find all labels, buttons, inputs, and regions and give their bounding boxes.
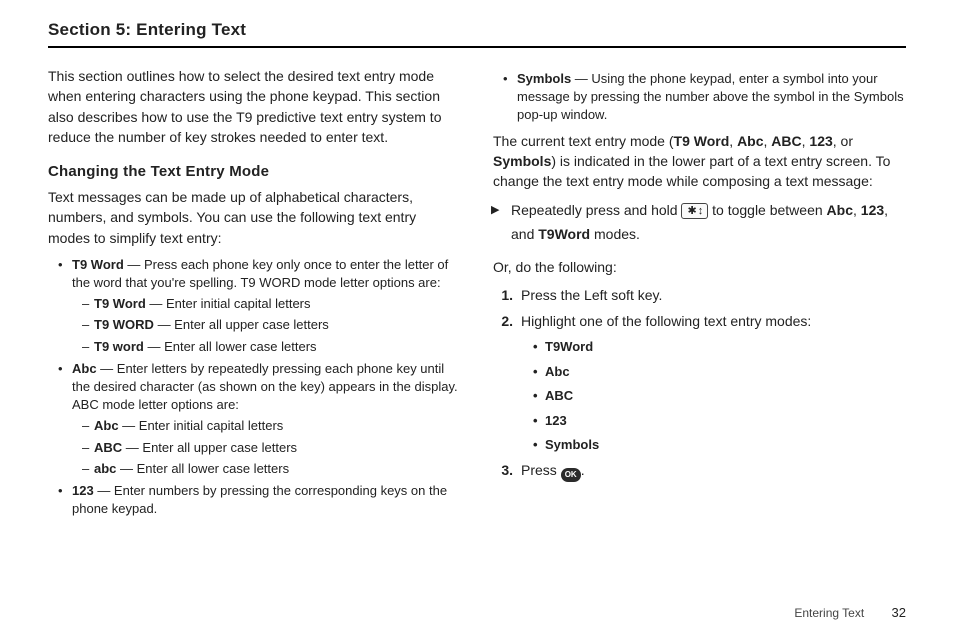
mode-symbols: Symbols — Using the phone keypad, enter … (507, 70, 906, 125)
cm-m1: T9 Word (674, 133, 730, 149)
t9-option-upper: T9 WORD — Enter all upper case letters (84, 316, 461, 334)
steps-list: 1.Press the Left soft key. 2.Highlight o… (493, 285, 906, 482)
opt-symbols: Symbols (537, 435, 906, 455)
mode-abc: Abc — Enter letters by repeatedly pressi… (62, 360, 461, 478)
step-2-options: T9Word Abc ABC 123 Symbols (521, 337, 906, 455)
content-columns: This section outlines how to select the … (48, 66, 906, 524)
cm-c1: , (729, 133, 737, 149)
cm-p2: ) is indicated in the lower part of a te… (493, 153, 890, 189)
opt-abc: Abc (537, 362, 906, 382)
mode-123-desc: — Enter numbers by pressing the correspo… (72, 483, 447, 516)
footer-label: Entering Text (794, 606, 864, 620)
modes-list: T9 Word — Press each phone key only once… (48, 256, 461, 518)
abc-opt-c-desc: — Enter all lower case letters (116, 461, 289, 476)
right-column: Symbols — Using the phone keypad, enter … (493, 66, 906, 524)
mode-123-label: 123 (72, 483, 94, 498)
arrow-p2: to toggle between (708, 202, 826, 218)
arrow-b1: Abc (827, 202, 853, 218)
mode-abc-label: Abc (72, 361, 97, 376)
page-number: 32 (892, 605, 906, 620)
cm-m3: ABC (771, 133, 801, 149)
abc-opt-b-label: ABC (94, 440, 122, 455)
abc-opt-c-label: abc (94, 461, 116, 476)
section-title: Section 5: Entering Text (48, 20, 906, 48)
mode-symbols-label: Symbols (517, 71, 571, 86)
abc-opt-b-desc: — Enter all upper case letters (122, 440, 297, 455)
mode-t9word-desc: — Press each phone key only once to ente… (72, 257, 448, 290)
t9-opt-b-label: T9 WORD (94, 317, 154, 332)
opt-t9word: T9Word (537, 337, 906, 357)
mode-symbols-desc: — Using the phone keypad, enter a symbol… (517, 71, 904, 122)
abc-options: Abc — Enter initial capital letters ABC … (72, 417, 461, 478)
modes-list-cont: Symbols — Using the phone keypad, enter … (493, 70, 906, 125)
arrow-p3: modes. (590, 226, 640, 242)
mode-t9word-label: T9 Word (72, 257, 124, 272)
step-1-num: 1. (493, 285, 513, 306)
abc-option-initial: Abc — Enter initial capital letters (84, 417, 461, 435)
step-3-t1: Press (521, 462, 561, 478)
mode-t9word: T9 Word — Press each phone key only once… (62, 256, 461, 356)
arrow-p1: Repeatedly press and hold (511, 202, 681, 218)
t9-option-lower: T9 word — Enter all lower case letters (84, 338, 461, 356)
cm-m5: Symbols (493, 153, 551, 169)
cm-p1: The current text entry mode ( (493, 133, 674, 149)
cm-m2: Abc (737, 133, 763, 149)
opt-abc-upper: ABC (537, 386, 906, 406)
step-2-num: 2. (493, 311, 513, 332)
abc-opt-a-desc: — Enter initial capital letters (119, 418, 284, 433)
left-column: This section outlines how to select the … (48, 66, 461, 524)
step-3-num: 3. (493, 460, 513, 481)
subheading-changing-mode: Changing the Text Entry Mode (48, 161, 461, 183)
step-1-text: Press the Left soft key. (521, 287, 662, 303)
step-3-t2: . (581, 462, 585, 478)
mode-abc-desc: — Enter letters by repeatedly pressing e… (72, 361, 458, 412)
cm-c4: , or (833, 133, 853, 149)
t9-opt-b-desc: — Enter all upper case letters (154, 317, 329, 332)
step-1: 1.Press the Left soft key. (515, 285, 906, 306)
t9-options: T9 Word — Enter initial capital letters … (72, 295, 461, 356)
ok-button-icon: OK (561, 468, 581, 482)
arrow-c1: , (853, 202, 861, 218)
page-footer: Entering Text 32 (794, 605, 906, 620)
abc-opt-a-label: Abc (94, 418, 119, 433)
t9-opt-a-label: T9 Word (94, 296, 146, 311)
t9-opt-c-label: T9 word (94, 339, 144, 354)
toggle-instruction: Repeatedly press and hold ✱ ↕ to toggle … (493, 199, 906, 247)
abc-option-lower: abc — Enter all lower case letters (84, 460, 461, 478)
t9-opt-a-desc: — Enter initial capital letters (146, 296, 311, 311)
arrow-b2: 123 (861, 202, 884, 218)
step-2-text: Highlight one of the following text entr… (521, 313, 811, 329)
mode-123: 123 — Enter numbers by pressing the corr… (62, 482, 461, 518)
intro-paragraph: This section outlines how to select the … (48, 66, 461, 147)
t9-opt-c-desc: — Enter all lower case letters (144, 339, 317, 354)
cm-m4: 123 (809, 133, 832, 149)
star-key-icon: ✱ ↕ (681, 203, 708, 219)
arrow-b3: T9Word (538, 226, 590, 242)
opt-123: 123 (537, 411, 906, 431)
step-2: 2.Highlight one of the following text en… (515, 311, 906, 455)
t9-option-initial: T9 Word — Enter initial capital letters (84, 295, 461, 313)
abc-option-upper: ABC — Enter all upper case letters (84, 439, 461, 457)
or-line: Or, do the following: (493, 257, 906, 277)
modes-intro-paragraph: Text messages can be made up of alphabet… (48, 187, 461, 248)
step-3: 3.Press OK. (515, 460, 906, 482)
current-mode-paragraph: The current text entry mode (T9 Word, Ab… (493, 131, 906, 192)
